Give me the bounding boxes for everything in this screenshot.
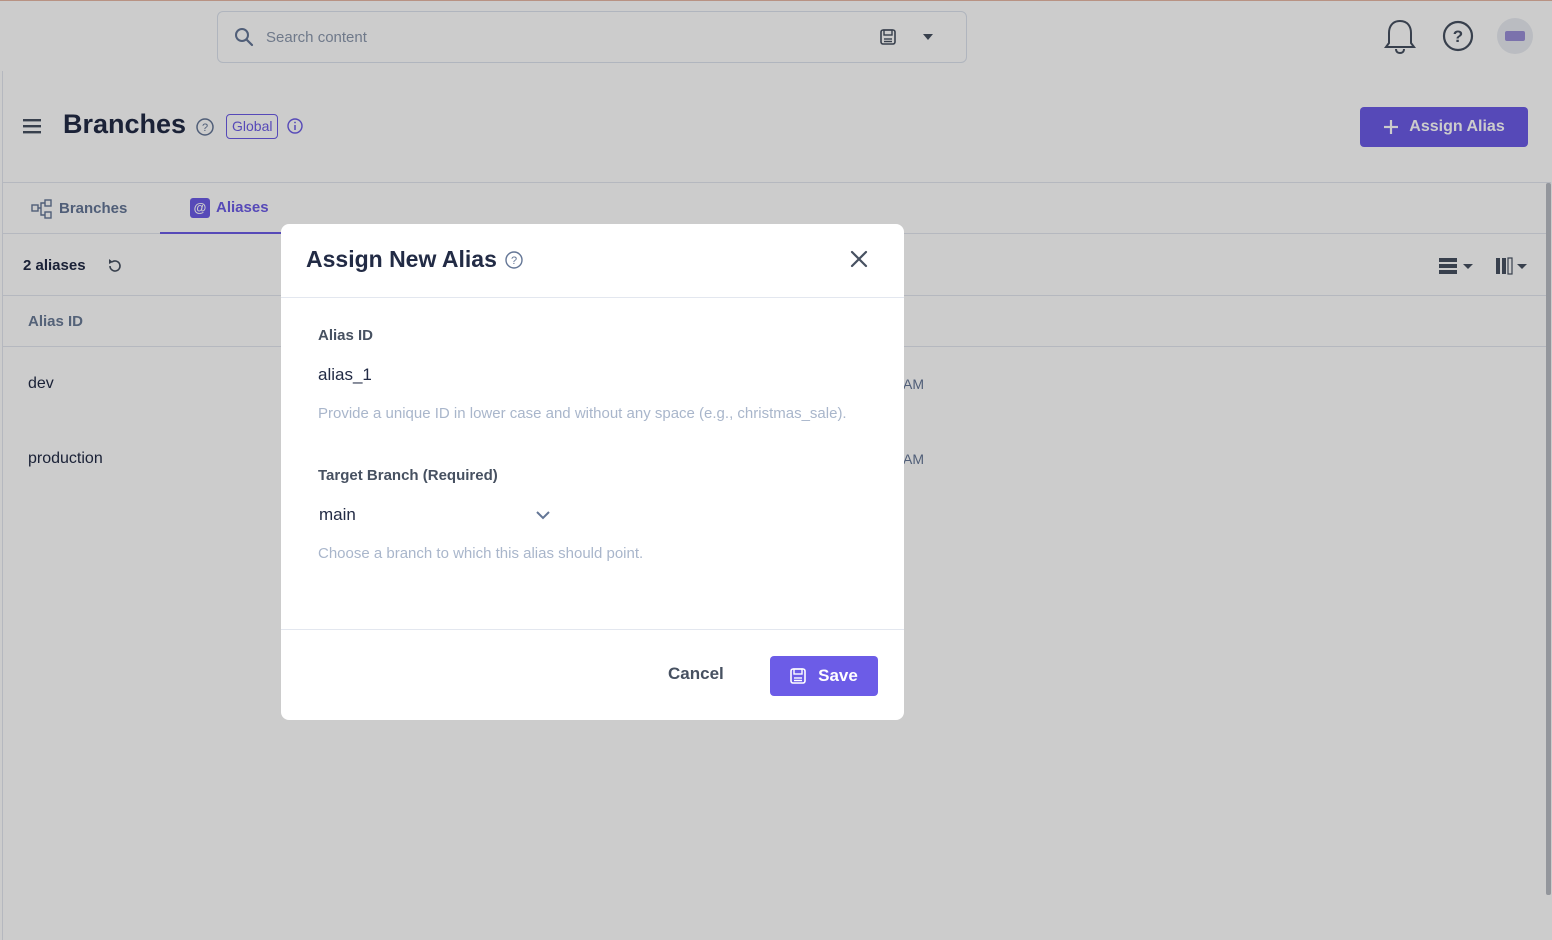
modal-header: Assign New Alias ? (281, 224, 904, 298)
modal-footer: Cancel Save (281, 629, 904, 720)
target-branch-select[interactable]: main (319, 502, 551, 528)
target-branch-label: Target Branch (Required) (318, 467, 498, 484)
save-icon (790, 668, 806, 684)
close-icon[interactable] (849, 249, 869, 269)
chevron-down-icon (536, 511, 550, 520)
alias-id-help: Provide a unique ID in lower case and wi… (318, 405, 847, 422)
target-branch-value: main (319, 505, 356, 524)
modal-title: Assign New Alias (306, 246, 497, 272)
alias-id-label: Alias ID (318, 327, 374, 344)
save-label: Save (818, 666, 858, 685)
svg-text:?: ? (511, 255, 517, 267)
modal-body: Alias ID Provide a unique ID in lower ca… (281, 298, 904, 629)
assign-alias-modal: Assign New Alias ? Alias ID Provide a un… (281, 224, 904, 720)
save-button[interactable]: Save (770, 656, 878, 696)
help-icon[interactable]: ? (504, 250, 524, 270)
target-branch-help: Choose a branch to which this alias shou… (318, 545, 644, 562)
alias-id-field[interactable] (318, 362, 868, 388)
cancel-button[interactable]: Cancel (668, 664, 724, 684)
